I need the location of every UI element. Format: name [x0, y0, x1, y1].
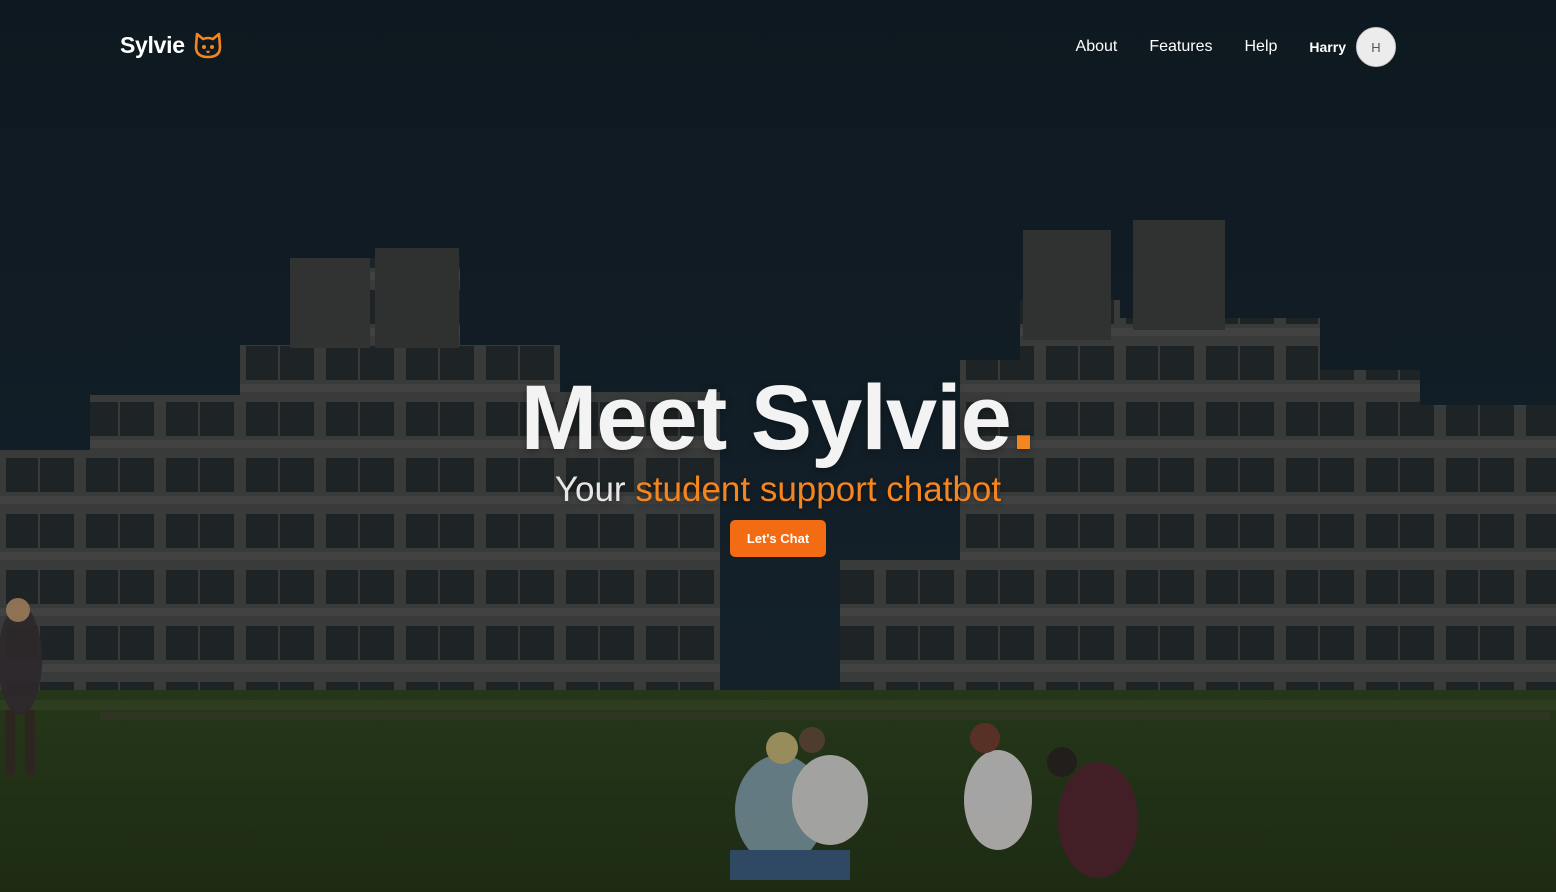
- hero-title-dot: .: [1010, 367, 1037, 469]
- nav-link-help[interactable]: Help: [1245, 38, 1278, 56]
- nav-link-features[interactable]: Features: [1149, 38, 1212, 56]
- user-name: Harry: [1309, 39, 1346, 55]
- hero-title-text: Meet Sylvie: [520, 367, 1012, 469]
- lets-chat-button[interactable]: Let's Chat: [729, 520, 827, 557]
- hero-subtitle: Your student support chatbot: [0, 468, 1556, 512]
- nav-links: About Features Help Harry H: [1076, 27, 1396, 67]
- avatar[interactable]: H: [1356, 27, 1396, 67]
- hero-section: Meet Sylvie. Your student support chatbo…: [0, 368, 1556, 557]
- hero-title: Meet Sylvie.: [0, 368, 1556, 468]
- hero-subtitle-prefix: Your: [554, 470, 636, 509]
- top-navigation: Sylvie About Features Help Harry H: [0, 0, 1556, 96]
- avatar-initial: H: [1371, 39, 1381, 55]
- cat-icon: [194, 32, 222, 59]
- brand-name: Sylvie: [120, 31, 185, 58]
- nav-link-about[interactable]: About: [1076, 38, 1118, 56]
- brand-logo[interactable]: Sylvie: [120, 30, 223, 60]
- hero-subtitle-accent: student support chatbot: [635, 470, 1002, 509]
